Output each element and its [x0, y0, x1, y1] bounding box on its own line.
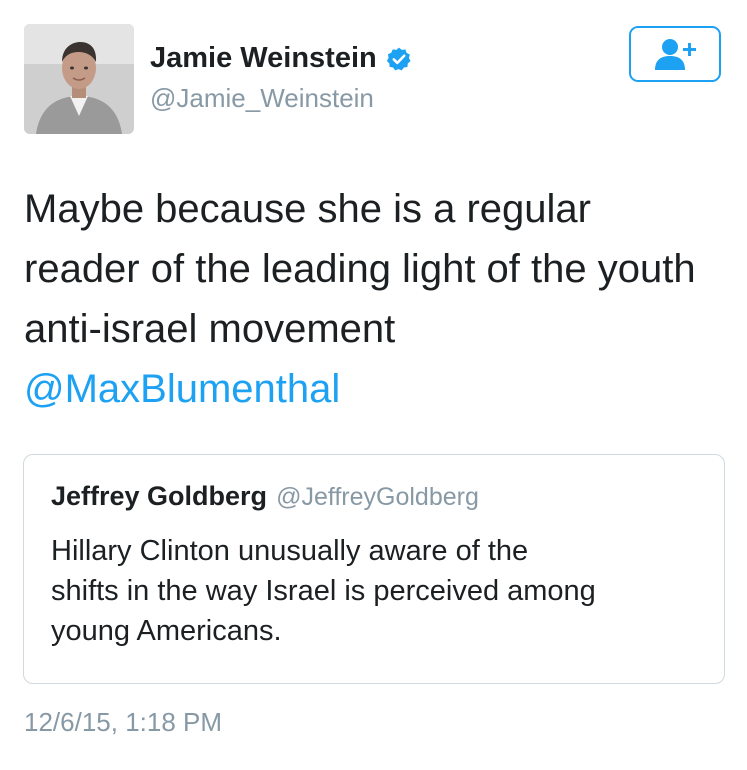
follow-button[interactable]	[629, 26, 721, 82]
verified-badge-icon	[386, 46, 412, 72]
mention-link[interactable]: @MaxBlumenthal	[24, 359, 340, 419]
author-handle[interactable]: @Jamie_Weinstein	[150, 83, 374, 114]
author-name-row: Jamie Weinstein	[150, 42, 412, 75]
author-display-name[interactable]: Jamie Weinstein	[150, 42, 377, 75]
quoted-tweet-text: Hillary Clinton unusually aware of the s…	[51, 535, 596, 647]
quoted-author-name: Jeffrey Goldberg	[51, 481, 268, 511]
quoted-tweet-header: Jeffrey Goldberg @JeffreyGoldberg	[51, 481, 479, 512]
profile-photo	[24, 24, 134, 134]
tweet-card: Jamie Weinstein @Jamie_Weinstein Maybe b…	[0, 0, 747, 770]
tweet-timestamp[interactable]: 12/6/15, 1:18 PM	[24, 707, 222, 738]
quoted-tweet[interactable]: Jeffrey Goldberg @JeffreyGoldberg Hillar…	[23, 454, 725, 684]
add-user-icon	[655, 39, 696, 70]
tweet-text: Maybe because she is a regular reader of…	[24, 187, 696, 351]
quoted-author-handle: @JeffreyGoldberg	[276, 483, 479, 511]
avatar[interactable]	[24, 24, 134, 134]
